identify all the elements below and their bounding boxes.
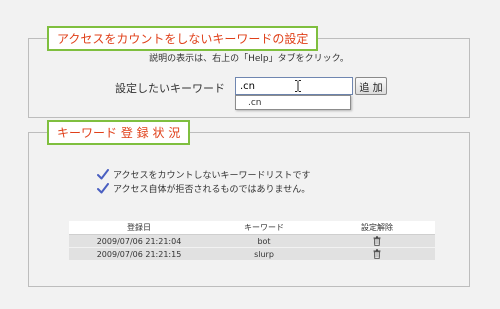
row-keyword: bot xyxy=(209,234,319,248)
keyword-label: 設定したいキーワード xyxy=(115,82,225,95)
note-item: アクセスをカウントしないキーワードリストです xyxy=(97,167,311,181)
column-header-remove: 設定解除 xyxy=(319,221,435,235)
check-icon xyxy=(97,182,109,193)
notes-list: アクセスをカウントしないキーワードリストです アクセス自体が拒否されるものではあ… xyxy=(97,167,311,195)
keyword-settings-panel: アクセスをカウントをしないキーワードの設定 説明の表示は、右上の「Help」タブ… xyxy=(28,26,470,118)
table-row: 2009/07/06 21:21:04 bot xyxy=(69,234,435,248)
note-item: アクセス自体が拒否されるものではありません。 xyxy=(97,181,311,195)
column-header-keyword: キーワード xyxy=(209,221,319,235)
trash-icon[interactable] xyxy=(373,249,381,259)
row-keyword: slurp xyxy=(209,247,319,260)
table-header-row: 登録日 キーワード 設定解除 xyxy=(69,221,435,235)
check-icon xyxy=(97,168,109,179)
row-remove-cell xyxy=(319,234,435,248)
note-text: アクセス自体が拒否されるものではありません。 xyxy=(113,184,311,195)
keyword-table: 登録日 キーワード 設定解除 2009/07/06 21:21:04 bot 2… xyxy=(69,221,435,260)
help-text: 説明の表示は、右上の「Help」タブをクリック。 xyxy=(149,54,349,64)
column-header-date: 登録日 xyxy=(69,221,209,235)
note-text: アクセスをカウントしないキーワードリストです xyxy=(113,170,311,181)
add-button[interactable]: 追 加 xyxy=(355,77,387,95)
row-date: 2009/07/06 21:21:15 xyxy=(69,247,209,260)
row-remove-cell xyxy=(319,247,435,260)
table-row: 2009/07/06 21:21:15 slurp xyxy=(69,247,435,260)
autocomplete-suggestion[interactable]: .cn xyxy=(235,95,351,110)
keyword-status-panel: キーワード 登 録 状 況 アクセスをカウントしないキーワードリストです アクセ… xyxy=(28,120,470,287)
row-date: 2009/07/06 21:21:04 xyxy=(69,234,209,248)
text-cursor-icon xyxy=(295,80,301,92)
trash-icon[interactable] xyxy=(373,236,381,246)
settings-panel-title: アクセスをカウントをしないキーワードの設定 xyxy=(47,26,319,51)
status-panel-title: キーワード 登 録 状 況 xyxy=(47,120,191,145)
